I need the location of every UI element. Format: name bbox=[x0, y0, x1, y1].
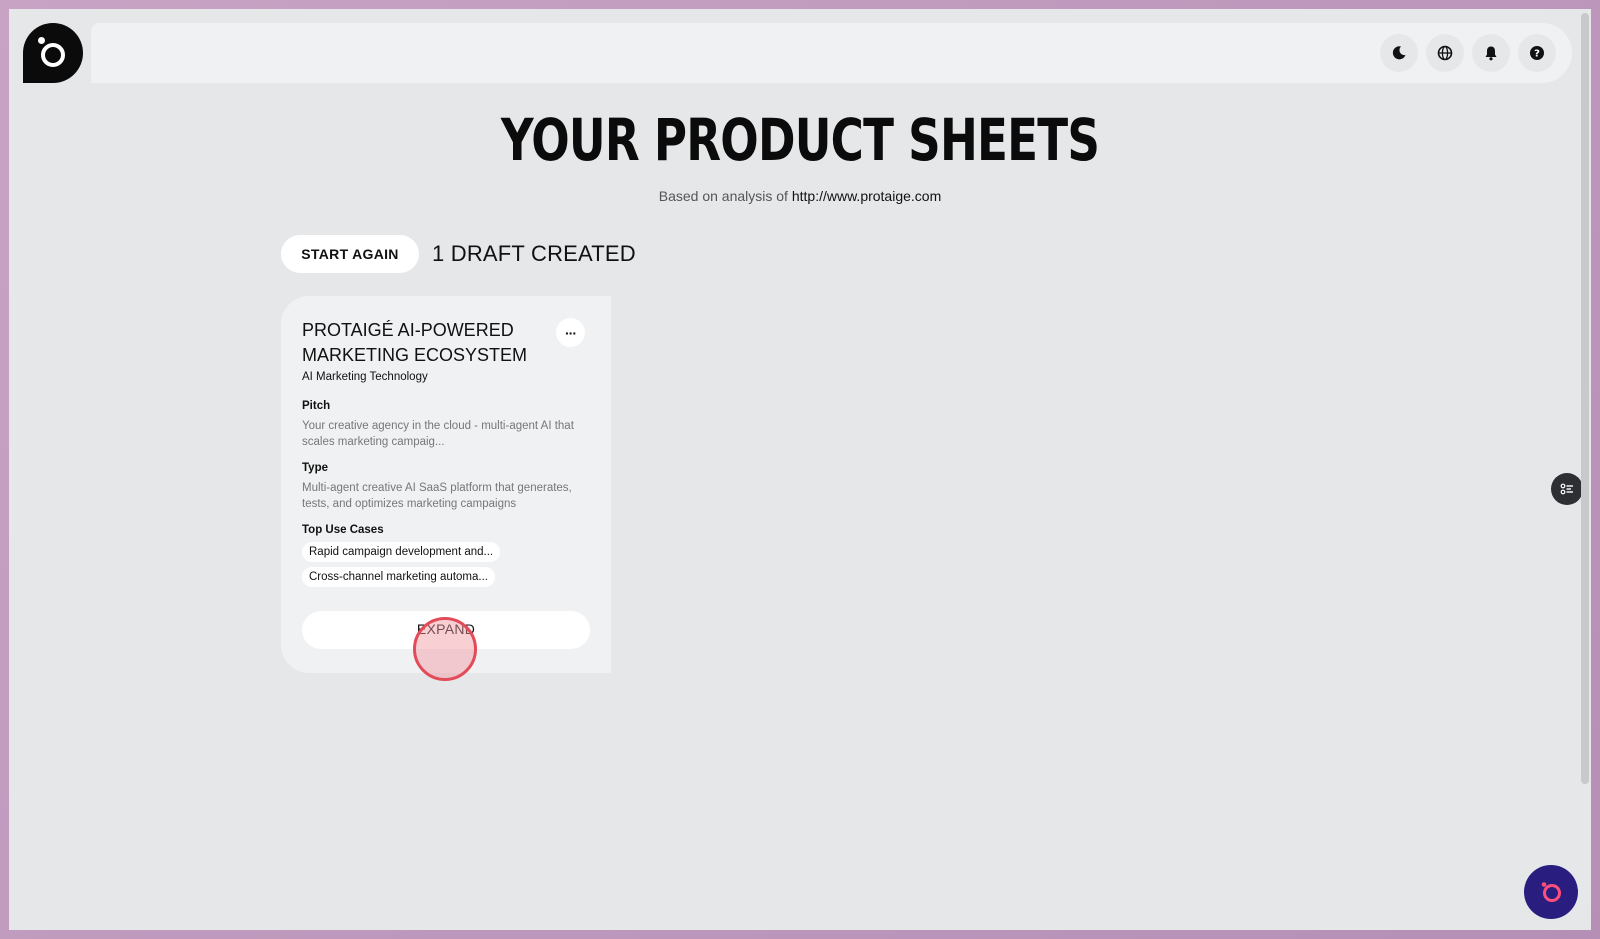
start-again-button[interactable]: START AGAIN bbox=[281, 235, 419, 273]
analysis-source: Based on analysis of http://www.protaige… bbox=[9, 188, 1591, 204]
top-bar: ? bbox=[91, 23, 1572, 83]
page-title: YOUR PRODUCT SHEETS bbox=[500, 106, 1100, 174]
pitch-label: Pitch bbox=[302, 400, 331, 412]
globe-icon bbox=[1437, 45, 1453, 61]
product-sheet-card: PROTAIGÉ AI-POWERED MARKETING ECOSYSTEM … bbox=[281, 296, 611, 673]
more-options-button[interactable]: ··· bbox=[556, 318, 585, 347]
app-window: ? YOUR PRODUCT SHEETS Based on analysis … bbox=[9, 9, 1591, 930]
analysis-source-url[interactable]: http://www.protaige.com bbox=[792, 188, 941, 204]
bell-icon bbox=[1485, 46, 1497, 61]
moon-icon bbox=[1392, 46, 1406, 60]
language-button[interactable] bbox=[1426, 34, 1464, 72]
product-sheet-title: PROTAIGÉ AI-POWERED MARKETING ECOSYSTEM bbox=[302, 320, 528, 365]
notifications-button[interactable] bbox=[1472, 34, 1510, 72]
theme-toggle-button[interactable] bbox=[1380, 34, 1418, 72]
top-use-cases-label: Top Use Cases bbox=[302, 524, 384, 536]
assistant-logo-icon bbox=[1541, 882, 1561, 902]
analysis-source-prefix: Based on analysis of bbox=[658, 188, 788, 204]
vertical-scrollbar[interactable] bbox=[1581, 13, 1589, 784]
product-category: AI Marketing Technology bbox=[302, 371, 428, 383]
app-logo[interactable] bbox=[23, 23, 83, 83]
svg-text:?: ? bbox=[1534, 49, 1540, 60]
top-bar-icons: ? bbox=[1380, 34, 1556, 72]
help-button[interactable]: ? bbox=[1518, 34, 1556, 72]
use-case-chip: Rapid campaign development and... bbox=[302, 542, 501, 562]
type-text: Multi-agent creative AI SaaS platform th… bbox=[302, 482, 572, 510]
expand-button[interactable]: EXPAND bbox=[302, 611, 590, 649]
logo-ring bbox=[41, 43, 65, 67]
side-panel-toggle[interactable] bbox=[1551, 473, 1583, 505]
checklist-icon bbox=[1560, 483, 1573, 495]
chat-assistant-button[interactable] bbox=[1524, 865, 1578, 919]
draft-count: 1 DRAFT CREATED bbox=[432, 241, 636, 266]
help-icon: ? bbox=[1530, 46, 1544, 60]
type-label: Type bbox=[302, 462, 328, 474]
logo-dot bbox=[38, 37, 45, 44]
pitch-text: Your creative agency in the cloud - mult… bbox=[302, 420, 574, 448]
use-case-chip: Cross-channel marketing automa... bbox=[302, 567, 495, 587]
